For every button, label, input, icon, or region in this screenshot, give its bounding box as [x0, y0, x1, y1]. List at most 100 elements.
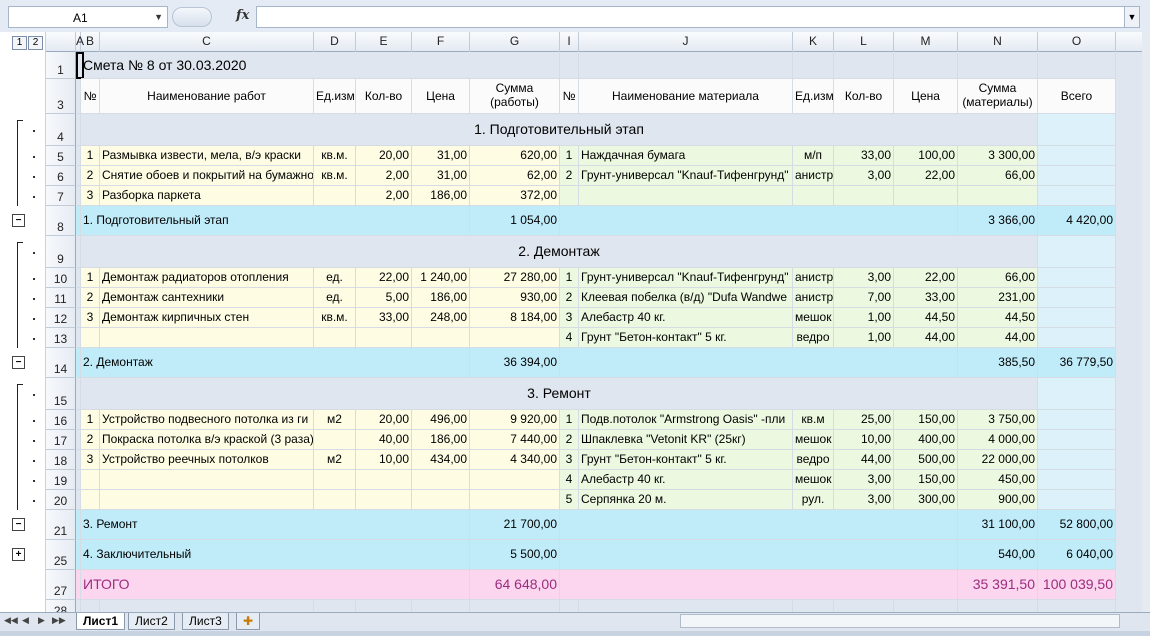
row-header-13[interactable]: 13	[46, 328, 76, 348]
mat-price[interactable]: 33,00	[894, 288, 958, 308]
header-unit2[interactable]: Ед.изм.	[793, 79, 834, 114]
next-sheet-icon[interactable]: ▶	[38, 615, 45, 626]
work-name[interactable]	[100, 490, 314, 510]
work-unit[interactable]	[314, 490, 356, 510]
section-total-2-all-sum[interactable]: 36 779,50	[1038, 348, 1116, 378]
mat-qty[interactable]: 3,00	[834, 166, 894, 186]
mat-unit[interactable]: мешок	[793, 308, 834, 328]
grand-total-label[interactable]: ИТОГО	[81, 570, 470, 600]
expand-formula-icon[interactable]: ▼	[1124, 6, 1140, 28]
mat-unit[interactable]: анистр	[793, 166, 834, 186]
cell[interactable]	[356, 600, 412, 612]
work-qty[interactable]: 20,00	[356, 410, 412, 430]
outline-level-1-button[interactable]: 1	[12, 36, 27, 50]
section-total-2-work-sum[interactable]: 36 394,00	[470, 348, 560, 378]
work-price[interactable]	[412, 328, 470, 348]
work-price[interactable]: 248,00	[412, 308, 470, 328]
header-num[interactable]: №	[81, 79, 100, 114]
work-qty[interactable]: 2,00	[356, 186, 412, 206]
mat-price[interactable]: 100,00	[894, 146, 958, 166]
section-total-2-mat-sum[interactable]: 385,50	[958, 348, 1038, 378]
mat-name[interactable]: Наждачная бумага	[579, 146, 793, 166]
cell[interactable]	[1038, 288, 1116, 308]
work-sum[interactable]	[470, 490, 560, 510]
mat-name[interactable]: Подв.потолок "Armstrong Oasis" -пли	[579, 410, 793, 430]
mat-num[interactable]: 1	[560, 146, 579, 166]
work-qty[interactable]: 10,00	[356, 450, 412, 470]
mat-sum[interactable]: 44,50	[958, 308, 1038, 328]
mat-sum[interactable]: 231,00	[958, 288, 1038, 308]
section-total-4-mat-sum[interactable]: 540,00	[958, 540, 1038, 570]
work-sum[interactable]: 930,00	[470, 288, 560, 308]
header-total[interactable]: Всего	[1038, 79, 1116, 114]
mat-price[interactable]: 150,00	[894, 410, 958, 430]
cell[interactable]	[1038, 146, 1116, 166]
row-header-17[interactable]: 17	[46, 430, 76, 450]
prev-sheet-icon[interactable]: ◀	[22, 615, 29, 626]
tab-sheet1[interactable]: Лист1	[76, 613, 126, 630]
row-header-14[interactable]: 14	[46, 348, 76, 378]
row-header-27[interactable]: 27	[46, 570, 76, 600]
mat-num[interactable]: 4	[560, 328, 579, 348]
work-sum[interactable]: 7 440,00	[470, 430, 560, 450]
cell[interactable]	[834, 600, 894, 612]
cell[interactable]	[958, 600, 1038, 612]
mat-unit[interactable]: м/п	[793, 146, 834, 166]
work-unit[interactable]: кв.м.	[314, 146, 356, 166]
cell[interactable]	[560, 206, 958, 236]
column-header-e[interactable]: E	[356, 32, 412, 52]
work-sum[interactable]: 620,00	[470, 146, 560, 166]
row-header-9[interactable]: 9	[46, 236, 76, 268]
cell[interactable]	[560, 348, 958, 378]
work-name[interactable]: Снятие обоев и покрытий на бумажно	[100, 166, 314, 186]
mat-qty[interactable]: 1,00	[834, 328, 894, 348]
grand-total-all-sum[interactable]: 100 039,50	[1038, 570, 1116, 600]
header-sum-mat[interactable]: Сумма (материалы)	[958, 79, 1038, 114]
cell[interactable]	[958, 52, 1038, 79]
row-header-10[interactable]: 10	[46, 268, 76, 288]
cell[interactable]	[560, 52, 579, 79]
work-num[interactable]: 2	[81, 288, 100, 308]
work-price[interactable]	[412, 490, 470, 510]
row-header-19[interactable]: 19	[46, 470, 76, 490]
mat-unit[interactable]: ведро	[793, 328, 834, 348]
cell[interactable]	[100, 600, 314, 612]
chevron-down-icon[interactable]: ▼	[154, 12, 163, 22]
row-header-1[interactable]: 1	[46, 52, 76, 79]
work-name[interactable]: Демонтаж кирпичных стен	[100, 308, 314, 328]
cell[interactable]	[793, 52, 834, 79]
work-num[interactable]: 3	[81, 308, 100, 328]
cell[interactable]	[1038, 52, 1116, 79]
row-header-20[interactable]: 20	[46, 490, 76, 510]
mat-unit[interactable]: кв.м	[793, 410, 834, 430]
mat-sum[interactable]: 66,00	[958, 268, 1038, 288]
mat-num[interactable]: 3	[560, 450, 579, 470]
work-price[interactable]: 186,00	[412, 288, 470, 308]
mat-num[interactable]: 1	[560, 410, 579, 430]
section-total-1-label[interactable]: 1. Подготовительный этап	[81, 206, 470, 236]
header-mat-name[interactable]: Наименование материала	[579, 79, 793, 114]
mat-num[interactable]: 5	[560, 490, 579, 510]
cell[interactable]	[579, 52, 793, 79]
cell[interactable]	[793, 600, 834, 612]
tab-sheet3[interactable]: Лист3	[182, 613, 229, 630]
cell[interactable]	[1038, 114, 1116, 146]
mat-unit[interactable]: анистр	[793, 288, 834, 308]
select-all-corner[interactable]	[46, 32, 76, 52]
work-num[interactable]: 1	[81, 146, 100, 166]
mat-sum[interactable]: 450,00	[958, 470, 1038, 490]
mat-name[interactable]: Грунт-универсал "Knauf-Тифенгрунд"	[579, 268, 793, 288]
cell[interactable]	[560, 510, 958, 540]
mat-name[interactable]: Грунт "Бетон-контакт" 5 кг.	[579, 450, 793, 470]
collapse-group-2-button[interactable]: −	[12, 356, 25, 369]
cell[interactable]	[579, 600, 793, 612]
work-sum[interactable]: 9 920,00	[470, 410, 560, 430]
mat-qty[interactable]: 3,00	[834, 470, 894, 490]
mat-num[interactable]	[560, 186, 579, 206]
work-unit[interactable]: ед.	[314, 288, 356, 308]
mat-price[interactable]	[894, 186, 958, 206]
row-header-25[interactable]: 25	[46, 540, 76, 570]
column-header-i[interactable]: I	[560, 32, 579, 52]
sheet-grid[interactable]: Смета № 8 от 30.03.2020 № Наименование раб…	[76, 52, 1142, 612]
horizontal-scrollbar[interactable]	[680, 614, 1120, 628]
